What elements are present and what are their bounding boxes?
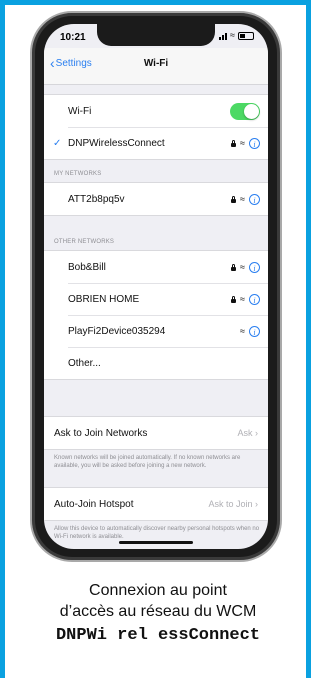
wifi-icon: ≈: [240, 293, 245, 304]
info-icon[interactable]: i: [249, 293, 260, 305]
wifi-icon: ≈: [240, 325, 245, 336]
wifi-toggle-row: Wi-Fi: [44, 95, 268, 127]
other-networks-group: Bob&Bill ≈ i OBRIEN HOME ≈ i PlayFi2Devi…: [44, 250, 268, 380]
network-row[interactable]: ATT2b8pq5v ≈ i: [44, 183, 268, 215]
nav-bar: ‹ Settings Wi-Fi: [44, 48, 268, 85]
wifi-label: Wi-Fi: [68, 105, 92, 117]
wifi-icon: ≈: [240, 193, 245, 204]
info-icon[interactable]: i: [249, 137, 260, 149]
my-networks-header: MY NETWORKS: [54, 171, 102, 177]
connected-network-row[interactable]: ✓ DNPWirelessConnect ≈ i: [44, 127, 268, 159]
network-row[interactable]: Bob&Bill ≈ i: [44, 251, 268, 283]
home-indicator: [119, 541, 193, 544]
lock-icon: [231, 195, 237, 203]
wifi-icon: ≈: [240, 137, 245, 148]
battery-icon: [238, 31, 254, 40]
lock-icon: [231, 139, 237, 147]
ask-to-join-row[interactable]: Ask to Join Networks Ask ›: [44, 417, 268, 449]
wifi-group: Wi-Fi ✓ DNPWirelessConnect ≈ i: [44, 94, 268, 160]
check-icon: ✓: [53, 137, 62, 149]
auto-join-group: Auto-Join Hotspot Ask to Join ›: [44, 487, 268, 521]
info-icon[interactable]: i: [249, 261, 260, 273]
notch: [97, 24, 215, 46]
network-row[interactable]: PlayFi2Device035294 ≈ i: [44, 315, 268, 347]
other-network-row[interactable]: Other...: [44, 347, 268, 379]
phone-frame: 10:21 ≈ ‹ Settings Wi-Fi Wi-Fi ✓ DNPWire…: [30, 11, 282, 562]
wifi-icon: ≈: [240, 261, 245, 272]
lock-icon: [231, 263, 237, 271]
network-row[interactable]: OBRIEN HOME ≈ i: [44, 283, 268, 315]
network-name: OBRIEN HOME: [68, 293, 140, 305]
my-networks-group: ATT2b8pq5v ≈ i: [44, 182, 268, 216]
auto-join-row[interactable]: Auto-Join Hotspot Ask to Join ›: [44, 488, 268, 520]
info-icon[interactable]: i: [249, 325, 260, 337]
auto-join-value: Ask to Join ›: [208, 499, 258, 509]
caption-line-3: DNPWi rel essConnect: [55, 626, 261, 645]
auto-join-label: Auto-Join Hotspot: [54, 498, 134, 510]
phone-screen: 10:21 ≈ ‹ Settings Wi-Fi Wi-Fi ✓ DNPWire…: [44, 24, 268, 549]
lock-icon: [231, 295, 237, 303]
ask-to-join-value: Ask ›: [237, 428, 258, 438]
caption-line-1: Connexion au point: [89, 582, 227, 599]
wifi-status-icon: ≈: [230, 30, 235, 40]
network-name: ATT2b8pq5v: [68, 193, 125, 205]
ask-to-join-group: Ask to Join Networks Ask ›: [44, 416, 268, 450]
caption-line-2: d’accès au réseau du WCM: [59, 603, 257, 620]
status-time: 10:21: [60, 32, 86, 43]
other-networks-header: OTHER NETWORKS: [54, 239, 115, 245]
signal-icon: [219, 32, 228, 40]
connected-network-name: DNPWirelessConnect: [68, 137, 165, 149]
network-name: PlayFi2Device035294: [68, 325, 166, 337]
page-title: Wi-Fi: [143, 58, 169, 69]
auto-join-footnote: Allow this device to automatically disco…: [54, 526, 260, 540]
ask-to-join-footnote: Known networks will be joined automatica…: [54, 455, 241, 469]
other-network-label: Other...: [68, 357, 101, 369]
wifi-toggle[interactable]: [230, 102, 260, 120]
ask-to-join-label: Ask to Join Networks: [54, 427, 148, 439]
info-icon[interactable]: i: [249, 193, 260, 205]
status-icons: ≈: [219, 31, 254, 40]
network-name: Bob&Bill: [68, 261, 106, 273]
